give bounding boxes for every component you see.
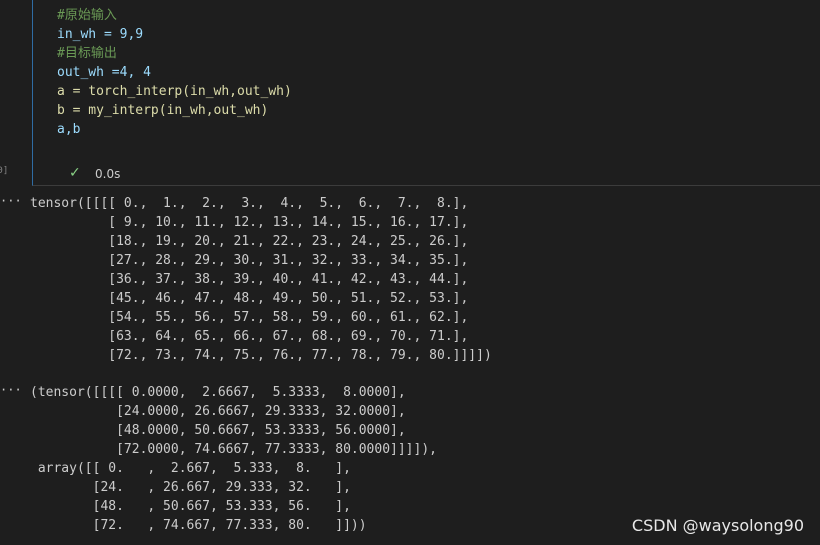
code-line-4[interactable]: out_wh =4, 4 <box>57 63 151 82</box>
execution-time: 0.0s <box>95 167 121 181</box>
output-2-line: [24.0000, 26.6667, 29.3333, 32.0000], <box>30 404 406 419</box>
output-1-line: [18., 19., 20., 21., 22., 23., 24., 25.,… <box>30 234 469 249</box>
code-line-6[interactable]: b = my_interp(in_wh,out_wh) <box>57 101 268 120</box>
code-line-7[interactable]: a,b <box>57 120 80 139</box>
code-line-3[interactable]: #目标输出 <box>57 44 117 63</box>
output-1-line: [ 9., 10., 11., 12., 13., 14., 15., 16.,… <box>30 215 469 230</box>
output-2-line: [24. , 26.667, 29.333, 32. ], <box>30 480 351 495</box>
output-1-line: [27., 28., 29., 30., 31., 32., 33., 34.,… <box>30 253 469 268</box>
watermark: CSDN @waysolong90 <box>631 516 804 535</box>
code-line-5[interactable]: a = torch_interp(in_wh,out_wh) <box>57 82 292 101</box>
output-2-line: [72.0000, 74.6667, 77.3333, 80.0000]]]])… <box>30 442 437 457</box>
code-line-2[interactable]: in_wh = 9,9 <box>57 25 143 44</box>
output-1-line: [36., 37., 38., 39., 40., 41., 42., 43.,… <box>30 272 469 287</box>
execution-count: 70] <box>0 166 9 176</box>
output-2-line: [72. , 74.667, 77.333, 80. ]])) <box>30 518 367 533</box>
output-2-line: array([[ 0. , 2.667, 5.333, 8. ], <box>30 461 351 476</box>
success-check-icon: ✓ <box>69 165 81 181</box>
output-1-line: [45., 46., 47., 48., 49., 50., 51., 52.,… <box>30 291 469 306</box>
output-2-menu-icon[interactable]: ··· <box>0 383 22 397</box>
output-1-line: [54., 55., 56., 57., 58., 59., 60., 61.,… <box>30 310 469 325</box>
output-1-line: [63., 64., 65., 66., 67., 68., 69., 70.,… <box>30 329 469 344</box>
code-line-1[interactable]: #原始输入 <box>57 6 117 25</box>
output-2-line: [48.0000, 50.6667, 53.3333, 56.0000], <box>30 423 406 438</box>
output-1-line: [72., 73., 74., 75., 76., 77., 78., 79.,… <box>30 348 492 363</box>
code-cell[interactable]: #原始输入 in_wh = 9,9 #目标输出 out_wh =4, 4 a =… <box>32 0 820 186</box>
output-1-line: tensor([[[[ 0., 1., 2., 3., 4., 5., 6., … <box>30 196 469 211</box>
output-2-line: (tensor([[[[ 0.0000, 2.6667, 5.3333, 8.0… <box>30 385 406 400</box>
output-2-line: [48. , 50.667, 53.333, 56. ], <box>30 499 351 514</box>
output-1-menu-icon[interactable]: ··· <box>0 194 22 208</box>
